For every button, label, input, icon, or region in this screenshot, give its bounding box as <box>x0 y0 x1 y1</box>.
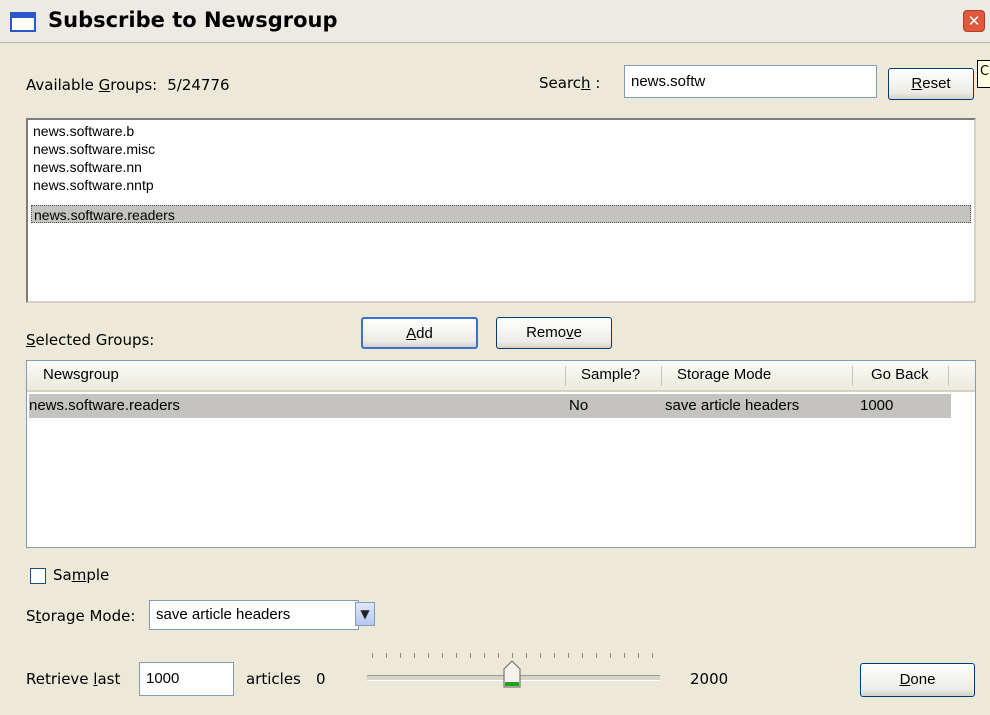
available-groups-list[interactable]: news.software.b news.software.misc news.… <box>26 118 976 303</box>
search-label: Search : <box>539 74 600 92</box>
cell-storage-mode: save article headers <box>665 397 800 414</box>
sample-suffix: ple <box>86 566 110 584</box>
remove-prefix: Remo <box>526 324 567 341</box>
sample-accel: m <box>71 566 87 584</box>
column-divider[interactable] <box>565 366 566 386</box>
list-item[interactable]: news.software.b <box>33 122 134 140</box>
add-suffix: dd <box>416 325 433 342</box>
slider-tick <box>470 653 471 658</box>
reset-button[interactable]: Reset <box>888 68 974 100</box>
cell-newsgroup: news.software.readers <box>29 397 180 414</box>
slider-tick <box>540 653 541 658</box>
available-label-prefix: Available <box>26 76 99 94</box>
storage-mode-label: Storage Mode: <box>26 607 135 625</box>
storage-suffix: orage Mode: <box>41 607 136 625</box>
available-groups-count: 5/24776 <box>167 76 230 94</box>
slider-tick <box>624 653 625 658</box>
window-title: Subscribe to Newsgroup <box>48 8 338 32</box>
list-item[interactable]: news.software.nn <box>33 158 142 176</box>
slider-tick <box>400 653 401 658</box>
slider-tick <box>484 653 485 658</box>
slider-tick <box>498 653 499 658</box>
close-button[interactable]: ✕ <box>963 10 985 32</box>
slider-tick <box>414 653 415 658</box>
slider-tick <box>596 653 597 658</box>
slider-tick <box>428 653 429 658</box>
list-item-selected[interactable]: news.software.readers <box>31 205 971 223</box>
selected-label-suffix: elected Groups: <box>35 331 155 349</box>
retrieve-count-input[interactable]: 1000 <box>139 662 234 696</box>
retrieve-label: Retrieve last <box>26 670 120 688</box>
reset-suffix: eset <box>922 75 951 92</box>
sample-label[interactable]: Sample <box>53 566 109 584</box>
storage-mode-value: save article headers <box>156 606 291 623</box>
window-icon <box>10 12 36 32</box>
add-button[interactable]: Add <box>361 317 478 349</box>
column-divider[interactable] <box>852 366 853 386</box>
slider-tick <box>638 653 639 658</box>
tooltip-text: C <box>980 64 990 79</box>
close-icon: ✕ <box>967 12 981 30</box>
slider-tick <box>372 653 373 658</box>
articles-label: articles <box>246 670 301 688</box>
available-label-suffix: roups: <box>110 76 158 94</box>
selected-groups-table[interactable]: Newsgroup Sample? Storage Mode Go Back n… <box>26 360 976 548</box>
search-label-suffix: : <box>590 74 601 92</box>
done-button[interactable]: Done <box>860 663 975 697</box>
slider-max-label: 2000 <box>690 670 729 688</box>
slider-tick <box>568 653 569 658</box>
column-header-storage-mode[interactable]: Storage Mode <box>677 361 771 389</box>
done-accel: D <box>899 671 911 688</box>
column-divider[interactable] <box>661 366 662 386</box>
list-item[interactable]: news.software.nntp <box>33 176 154 194</box>
table-header: Newsgroup Sample? Storage Mode Go Back <box>27 361 975 392</box>
slider-tick <box>554 653 555 658</box>
tooltip-fragment: C <box>977 60 990 88</box>
slider-min-label: 0 <box>316 670 326 688</box>
search-label-prefix: Searc <box>539 74 582 92</box>
column-header-newsgroup[interactable]: Newsgroup <box>43 361 119 389</box>
reset-accel: R <box>911 75 923 92</box>
cell-go-back: 1000 <box>860 397 894 414</box>
slider-tick <box>442 653 443 658</box>
slider-tick <box>526 653 527 658</box>
slider-tick <box>582 653 583 658</box>
cell-sample: No <box>569 397 589 414</box>
search-input[interactable]: news.softw <box>624 65 877 98</box>
slider-thumb[interactable] <box>503 660 521 688</box>
storage-prefix: S <box>26 607 36 625</box>
list-item[interactable]: news.software.misc <box>33 140 155 158</box>
remove-button[interactable]: Remove <box>496 317 612 349</box>
slider-tick <box>456 653 457 658</box>
retrieve-suffix: ast <box>97 670 121 688</box>
available-label-accel: G <box>98 76 111 94</box>
column-header-sample[interactable]: Sample? <box>581 361 640 389</box>
slider-thumb-icon <box>503 660 521 688</box>
sample-checkbox[interactable] <box>30 568 46 584</box>
slider-tick <box>652 653 653 658</box>
slider-tick <box>386 653 387 658</box>
add-accel: A <box>406 325 417 342</box>
subscribe-dialog: Subscribe to Newsgroup ✕ Available Group… <box>0 0 990 715</box>
remove-suffix: e <box>573 324 582 341</box>
remove-accel: v <box>566 324 574 341</box>
retrieve-prefix: Retrieve <box>26 670 94 688</box>
selected-groups-label: Selected Groups: <box>26 331 154 349</box>
column-header-go-back[interactable]: Go Back <box>871 361 929 389</box>
available-groups-label: Available Groups: 5/24776 <box>26 76 230 94</box>
storage-mode-select[interactable]: save article headers <box>149 600 359 630</box>
slider-tick <box>512 653 513 658</box>
slider-tick <box>610 653 611 658</box>
sample-prefix: Sa <box>53 566 72 584</box>
selected-label-accel: S <box>26 331 36 349</box>
search-label-accel: h <box>581 74 591 92</box>
done-suffix: one <box>910 671 936 688</box>
title-bar[interactable]: Subscribe to Newsgroup ✕ <box>0 0 990 43</box>
column-divider[interactable] <box>948 366 949 386</box>
chevron-down-icon[interactable]: ▼ <box>355 602 375 626</box>
table-row[interactable]: news.software.readers No save article he… <box>29 394 951 418</box>
